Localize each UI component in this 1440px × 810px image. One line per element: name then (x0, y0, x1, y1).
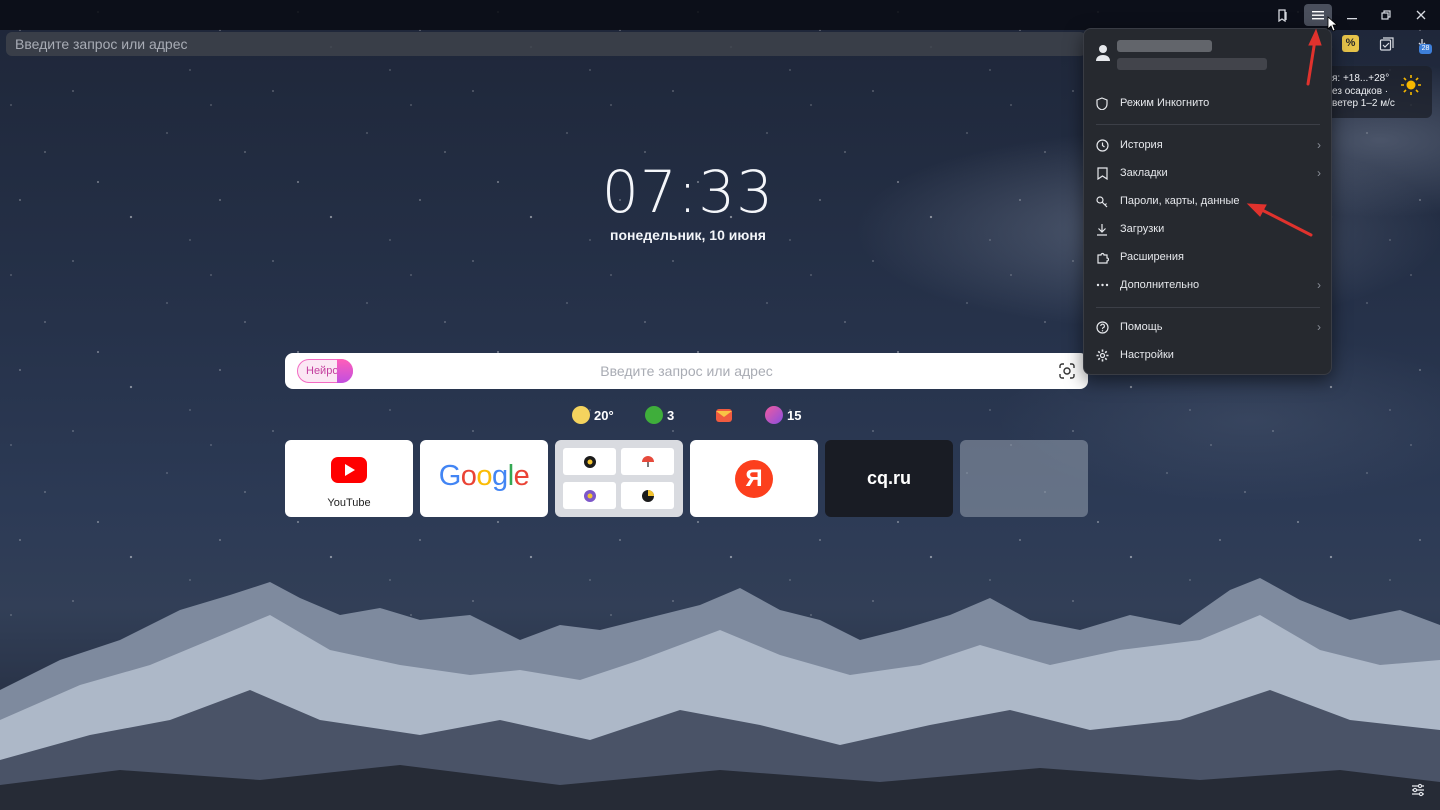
google-logo: Google (438, 460, 530, 492)
tile-cq-label: cq.ru (866, 468, 911, 488)
menu-item-more-label: Дополнительно (1120, 279, 1200, 291)
menu-item-incognito-label: Режим Инкогнито (1120, 97, 1210, 109)
menu-item-incognito[interactable]: Режим Инкогнито (1084, 90, 1331, 116)
download-icon (1084, 223, 1120, 236)
zen-icon (765, 406, 783, 424)
ellipsis-icon (1084, 283, 1120, 287)
customize-page-icon[interactable] (1408, 780, 1428, 800)
menu-item-extensions-label: Расширения (1120, 251, 1184, 263)
zen-informer-value: 15 (787, 407, 802, 423)
camera-search-icon[interactable] (1058, 362, 1076, 380)
weather-widget[interactable]: я: +18...+28° ез осадков · ветер 1–2 м/с (1332, 66, 1432, 118)
menu-item-settings-label: Настройки (1120, 349, 1174, 361)
address-bar[interactable]: Введите запрос или адрес (6, 32, 1086, 56)
dark-sun-icon (583, 455, 596, 468)
close-button[interactable] (1407, 4, 1435, 26)
title-bar (0, 0, 1440, 30)
traffic-informer-value: 3 (667, 407, 675, 423)
group-item-2[interactable] (621, 448, 674, 475)
bookmark-icon (1084, 166, 1120, 180)
collections-icon[interactable] (1376, 34, 1396, 54)
menu-item-passwords[interactable]: Пароли, карты, данные (1084, 188, 1331, 214)
menu-item-history-label: История (1120, 139, 1163, 151)
group-item-1[interactable] (563, 448, 616, 475)
neuro-label: Нейро (306, 365, 339, 377)
help-icon (1084, 320, 1120, 334)
chevron-right-icon: › (1317, 138, 1321, 152)
tile-yandex[interactable]: Я (690, 440, 818, 517)
main-menu-dropdown: Режим Инкогнито История › Закладки › Пар… (1083, 28, 1332, 375)
sun-icon (1401, 75, 1421, 95)
clock-icon (1084, 138, 1120, 152)
tile-youtube[interactable]: YouTube (285, 440, 413, 517)
menu-item-passwords-label: Пароли, карты, данные (1120, 195, 1240, 207)
clock-time: 07:33 (601, 158, 775, 226)
weather-line-3: ветер 1–2 м/с (1332, 98, 1395, 109)
menu-item-bookmarks-label: Закладки (1120, 167, 1168, 179)
shield-icon (1084, 96, 1120, 110)
weather-informer[interactable]: 20° (572, 405, 614, 425)
menu-item-settings[interactable]: Настройки (1084, 342, 1331, 368)
menu-item-help-label: Помощь (1120, 321, 1163, 333)
clock-date: понедельник, 10 июня (610, 227, 766, 243)
profile-email-redacted (1117, 58, 1267, 70)
tile-cq[interactable]: cq.ru (825, 440, 953, 517)
yandex-logo-letter: Я (745, 465, 763, 492)
chevron-right-icon: › (1317, 320, 1321, 334)
mail-icon (716, 409, 732, 422)
group-item-4[interactable] (621, 482, 674, 509)
address-bar-placeholder: Введите запрос или адрес (15, 36, 188, 52)
downloads-badge: 28 (1419, 44, 1432, 54)
bookmarks-panel-icon[interactable] (1269, 4, 1297, 26)
menu-item-downloads[interactable]: Загрузки (1084, 216, 1331, 242)
red-umbrella-icon (641, 455, 654, 467)
menu-item-extensions[interactable]: Расширения (1084, 244, 1331, 270)
yandex-logo-icon: Я (735, 460, 773, 498)
youtube-logo-icon (331, 457, 367, 483)
neuro-toggle[interactable]: Нейро (297, 359, 353, 383)
avatar-icon (1096, 45, 1110, 61)
mouse-cursor-icon (1327, 16, 1338, 32)
weather-informer-value: 20° (594, 407, 614, 423)
profile-name-redacted (1117, 40, 1212, 52)
menu-item-bookmarks[interactable]: Закладки › (1084, 160, 1331, 186)
key-icon (1084, 195, 1120, 208)
tile-youtube-label: YouTube (327, 497, 371, 509)
gear-icon (1084, 349, 1120, 362)
chevron-right-icon: › (1317, 278, 1321, 292)
menu-item-help[interactable]: Помощь › (1084, 314, 1331, 340)
menu-item-history[interactable]: История › (1084, 132, 1331, 158)
traffic-informer[interactable]: 3 (645, 405, 674, 425)
puzzle-icon (1084, 251, 1120, 264)
purple-circle-icon (583, 489, 596, 502)
wallpaper-mountains (0, 578, 1440, 810)
menu-separator (1096, 307, 1320, 308)
profile-row[interactable] (1084, 37, 1331, 77)
menu-separator (1096, 124, 1320, 125)
tile-empty[interactable] (960, 440, 1088, 517)
mail-informer[interactable] (715, 405, 733, 425)
group-item-3[interactable] (563, 482, 616, 509)
traffic-icon (645, 406, 663, 424)
discount-extension-icon[interactable]: % (1342, 35, 1359, 52)
weather-sun-icon (572, 406, 590, 424)
menu-item-downloads-label: Загрузки (1120, 223, 1165, 235)
zen-informer[interactable]: 15 (765, 405, 801, 425)
search-placeholder: Введите запрос или адрес (600, 363, 773, 379)
yellow-black-icon (641, 489, 654, 502)
tile-group[interactable] (555, 440, 683, 517)
menu-item-more[interactable]: Дополнительно › (1084, 272, 1331, 298)
minimize-button[interactable] (1338, 4, 1366, 26)
hamburger-icon (1312, 11, 1324, 20)
restore-button[interactable] (1372, 4, 1400, 26)
search-box[interactable]: Введите запрос или адрес Нейро (285, 353, 1088, 389)
chevron-right-icon: › (1317, 166, 1321, 180)
tile-google[interactable]: Google (420, 440, 548, 517)
